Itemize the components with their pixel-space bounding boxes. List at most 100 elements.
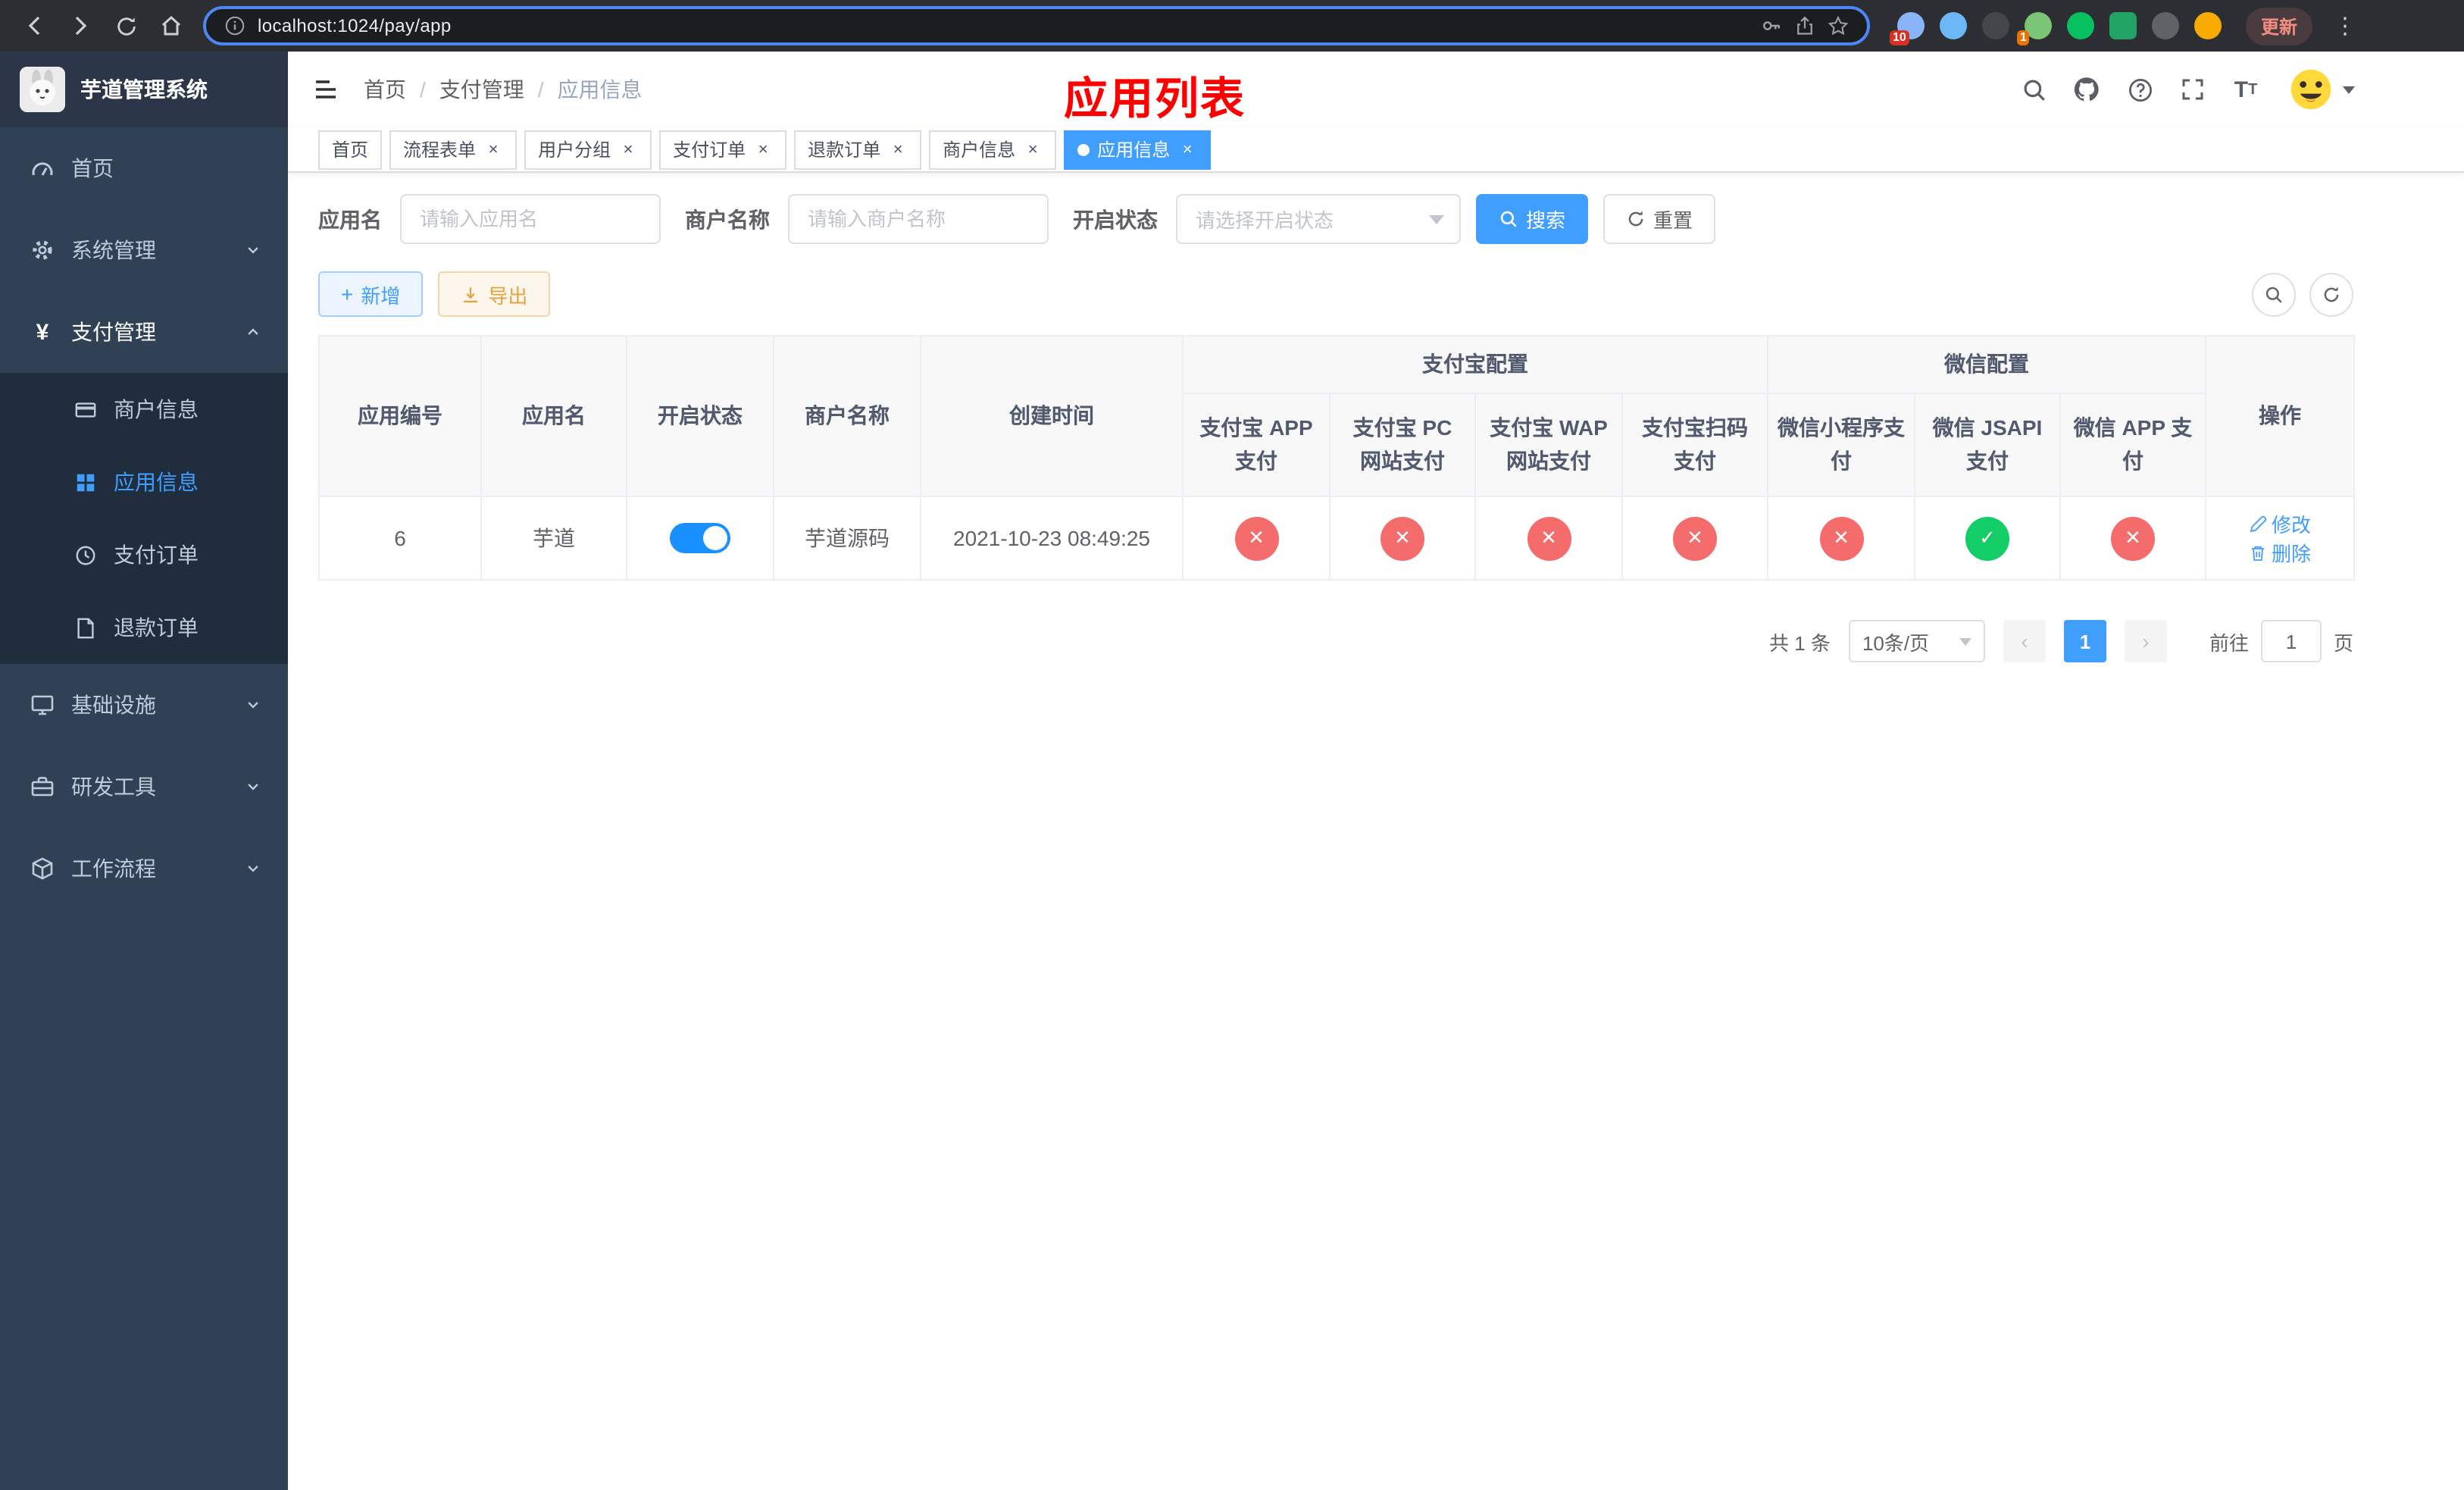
share-icon[interactable] bbox=[1794, 15, 1815, 36]
tab-refund-orders[interactable]: 退款订单 × bbox=[794, 130, 922, 169]
sidebar-logo[interactable]: 芋道管理系统 bbox=[0, 52, 288, 127]
reset-button[interactable]: 重置 bbox=[1603, 194, 1716, 244]
tags-view-bar: 首页 流程表单 × 用户分组 × 支付订单 × 退款订单 × 商户信息 × 应用信息 × bbox=[288, 127, 2464, 173]
goto-page-input[interactable] bbox=[2260, 620, 2322, 662]
delete-button-label: 删除 bbox=[2271, 543, 2311, 565]
tab-merchant-info[interactable]: 商户信息 × bbox=[929, 130, 1057, 169]
browser-menu-icon[interactable]: ⋮ bbox=[2334, 12, 2356, 39]
back-icon[interactable] bbox=[15, 6, 55, 45]
tab-label: 应用信息 bbox=[1097, 139, 1171, 161]
wechat-extension-icon[interactable] bbox=[2067, 12, 2094, 39]
pin-extension-icon[interactable] bbox=[2152, 12, 2179, 39]
tab-app-info[interactable]: 应用信息 × bbox=[1064, 130, 1212, 169]
page-size-select[interactable]: 10条/页 bbox=[1848, 620, 1985, 662]
sidebar-item-system[interactable]: 系统管理 bbox=[0, 209, 288, 291]
export-button-label: 导出 bbox=[488, 284, 528, 307]
github-icon[interactable] bbox=[2070, 73, 2103, 106]
breadcrumb-payment[interactable]: 支付管理 bbox=[439, 74, 524, 105]
blue-drop-extension-icon[interactable] bbox=[1940, 12, 1967, 39]
close-icon[interactable]: × bbox=[1023, 139, 1043, 159]
toolbar-right bbox=[2252, 272, 2353, 316]
cell-app-id: 6 bbox=[318, 496, 482, 581]
alipay-scan-status-icon: ✕ bbox=[1673, 516, 1717, 560]
forward-icon[interactable] bbox=[61, 6, 100, 45]
sidebar-item-merchant-info[interactable]: 商户信息 bbox=[0, 373, 288, 446]
col-alipay-scan: 支付宝扫码支付 bbox=[1621, 393, 1768, 497]
sidebar-item-dev-tools[interactable]: 研发工具 bbox=[0, 746, 288, 828]
sidebar-item-workflow[interactable]: 工作流程 bbox=[0, 828, 288, 909]
home-icon[interactable] bbox=[152, 6, 191, 45]
address-bar[interactable]: localhost:1024/pay/app bbox=[203, 6, 1870, 45]
browser-update-button[interactable]: 更新 bbox=[2246, 7, 2313, 45]
tab-home[interactable]: 首页 bbox=[318, 130, 383, 169]
password-key-icon[interactable] bbox=[1761, 15, 1782, 36]
tab-pay-orders[interactable]: 支付订单 × bbox=[659, 130, 787, 169]
next-page-button[interactable]: › bbox=[2124, 620, 2167, 662]
col-app-id: 应用编号 bbox=[318, 335, 482, 497]
tab-label: 流程表单 bbox=[403, 139, 477, 161]
close-icon[interactable]: × bbox=[888, 139, 908, 159]
close-icon[interactable]: × bbox=[1177, 139, 1197, 159]
reset-button-label: 重置 bbox=[1653, 209, 1693, 232]
tab-user-group[interactable]: 用户分组 × bbox=[524, 130, 652, 169]
credit-card-icon bbox=[73, 398, 97, 421]
hamburger-icon[interactable] bbox=[312, 76, 339, 103]
cell-app-name: 芋道 bbox=[480, 496, 627, 581]
edit-button[interactable]: 修改 bbox=[2249, 509, 2311, 538]
app-shell: 芋道管理系统 首页 系统管理 ¥ 支付管理 商户信息 应用信息 支付订单 退款订… bbox=[0, 52, 2464, 1490]
merchant-name-input[interactable] bbox=[788, 194, 1049, 244]
extensions-puzzle-icon[interactable]: 10 bbox=[1890, 12, 1925, 45]
sidebar-item-label: 支付订单 bbox=[114, 543, 199, 567]
document-icon bbox=[73, 616, 97, 639]
tab-label: 首页 bbox=[332, 139, 369, 161]
green-leaf-extension-icon[interactable]: 1 bbox=[2017, 12, 2052, 45]
sidebar-item-refund-orders[interactable]: 退款订单 bbox=[0, 591, 288, 664]
sidebar-item-payment[interactable]: ¥ 支付管理 bbox=[0, 291, 288, 373]
prev-page-button[interactable]: ‹ bbox=[2003, 620, 2046, 662]
chevron-down-icon bbox=[1959, 637, 1972, 645]
tab-label: 用户分组 bbox=[538, 139, 611, 161]
extensions-row: 10 1 bbox=[1890, 12, 2222, 45]
user-menu[interactable] bbox=[2288, 67, 2355, 112]
export-button[interactable]: 导出 bbox=[438, 271, 551, 317]
fullscreen-icon[interactable] bbox=[2176, 73, 2209, 106]
search-icon[interactable] bbox=[2017, 73, 2050, 106]
gear-icon bbox=[30, 238, 55, 262]
monitor-icon bbox=[30, 693, 55, 717]
app-name-input[interactable] bbox=[400, 194, 661, 244]
sidebar-item-app-info[interactable]: 应用信息 bbox=[0, 446, 288, 518]
close-icon[interactable]: × bbox=[483, 139, 503, 159]
close-icon[interactable]: × bbox=[618, 139, 638, 159]
add-button[interactable]: + 新增 bbox=[318, 271, 424, 317]
dark-extension-icon[interactable] bbox=[1982, 12, 2009, 39]
breadcrumb-home[interactable]: 首页 bbox=[364, 74, 406, 105]
total-count: 共 1 条 bbox=[1769, 631, 1831, 654]
sidebar-item-label: 系统管理 bbox=[71, 238, 156, 262]
notes-extension-icon[interactable] bbox=[2109, 12, 2137, 39]
reload-icon[interactable] bbox=[106, 6, 145, 45]
refresh-button[interactable] bbox=[2309, 272, 2353, 316]
font-size-icon[interactable]: TT bbox=[2229, 73, 2262, 106]
profile-extension-icon[interactable] bbox=[2194, 12, 2222, 39]
status-select[interactable]: 请选择开启状态 bbox=[1176, 194, 1461, 244]
sidebar-item-pay-orders[interactable]: 支付订单 bbox=[0, 518, 288, 591]
chevron-down-icon bbox=[1429, 214, 1444, 224]
sidebar-item-infrastructure[interactable]: 基础设施 bbox=[0, 664, 288, 746]
close-icon[interactable]: × bbox=[753, 139, 773, 159]
page-number-button[interactable]: 1 bbox=[2063, 620, 2106, 662]
toggle-search-button[interactable] bbox=[2252, 272, 2296, 316]
breadcrumb: 首页 / 支付管理 / 应用信息 bbox=[364, 74, 643, 105]
help-icon[interactable] bbox=[2123, 73, 2156, 106]
bookmark-star-icon[interactable] bbox=[1828, 15, 1849, 36]
goto-page: 前往 页 bbox=[2209, 620, 2353, 662]
sidebar-item-label: 基础设施 bbox=[71, 693, 156, 717]
delete-button[interactable]: 删除 bbox=[2249, 538, 2311, 567]
sidebar-item-home[interactable]: 首页 bbox=[0, 127, 288, 209]
search-button[interactable]: 搜索 bbox=[1476, 194, 1589, 244]
tab-process-form[interactable]: 流程表单 × bbox=[389, 130, 518, 169]
url-text[interactable]: localhost:1024/pay/app bbox=[258, 15, 1749, 36]
site-info-icon[interactable] bbox=[224, 15, 245, 36]
wechat-lite-status-icon: ✕ bbox=[1819, 516, 1863, 560]
enabled-toggle[interactable] bbox=[670, 523, 730, 553]
cell-alipay-pc: ✕ bbox=[1329, 496, 1476, 581]
